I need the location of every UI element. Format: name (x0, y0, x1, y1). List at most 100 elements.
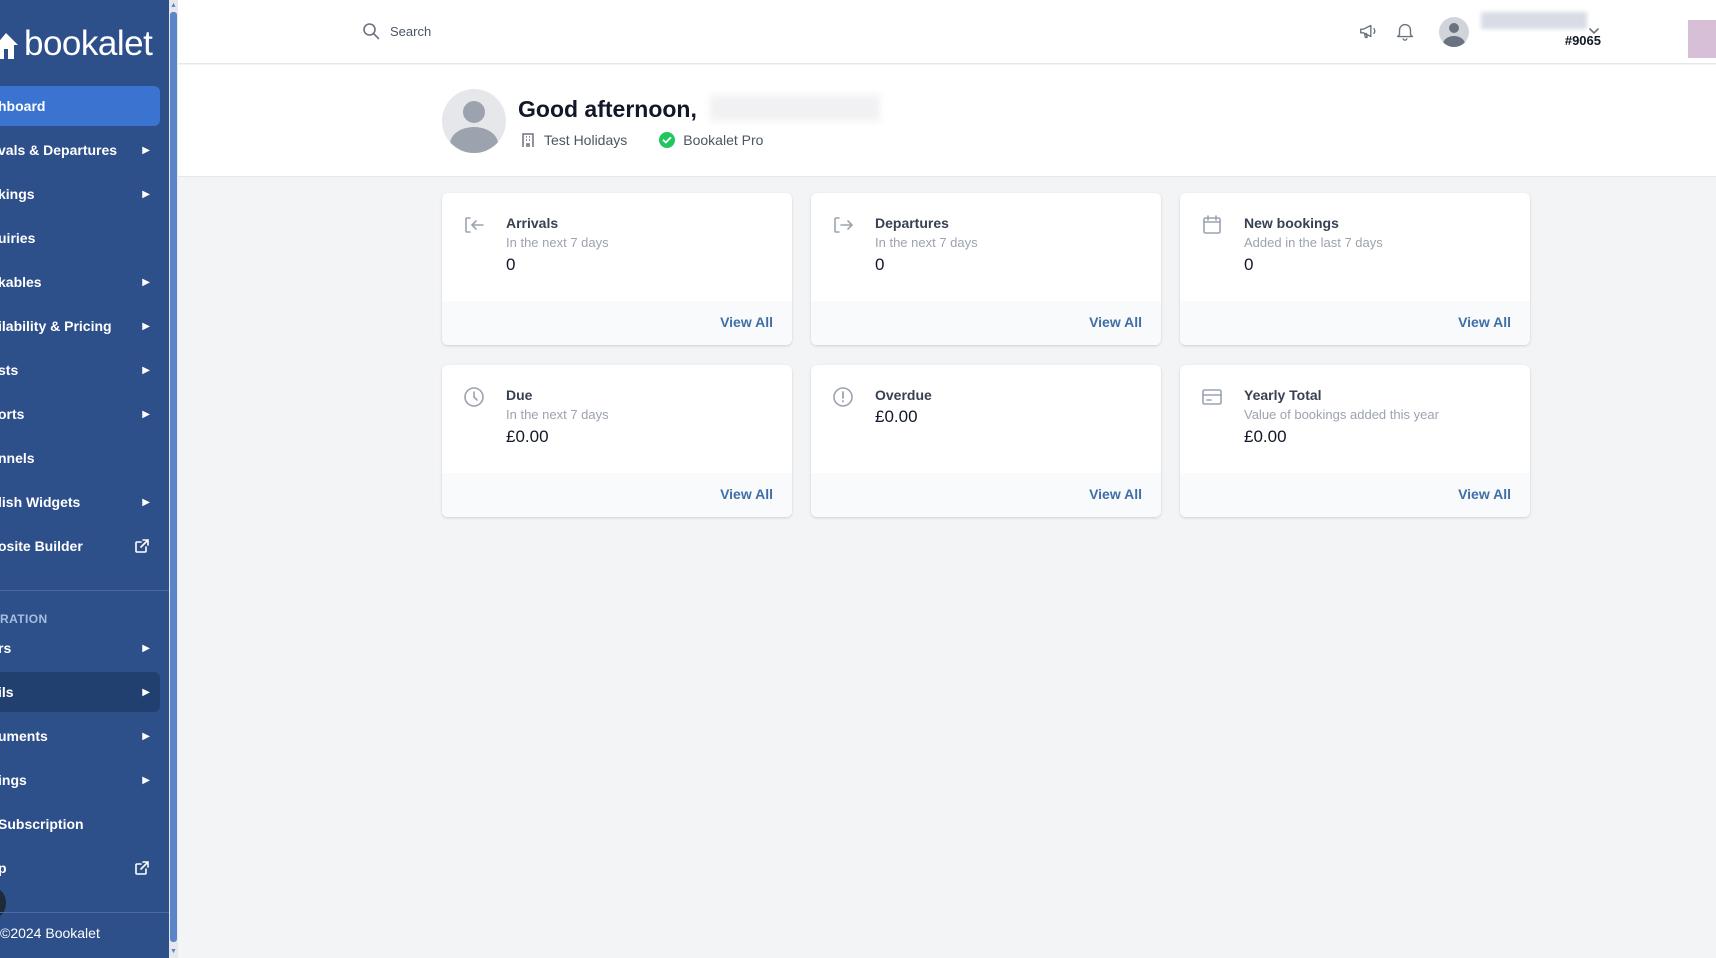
sidebar-item-reports[interactable]: orts ▶ (0, 394, 160, 434)
page-title: Good afternoon, (518, 96, 697, 122)
sidebar-item-guests[interactable]: sts ▶ (0, 350, 160, 390)
user-meta: #9065 (1481, 12, 1601, 49)
sidebar-item-subscription[interactable]: Subscription (0, 804, 160, 844)
scroll-up-icon[interactable]: ▲ (170, 2, 177, 10)
sidebar-item-enquiries[interactable]: uiries (0, 218, 160, 258)
bell-icon[interactable] (1394, 20, 1416, 42)
arrivals-icon (465, 217, 484, 233)
view-all-link[interactable]: View All (1458, 486, 1511, 502)
sidebar-item-emails[interactable]: ils ▶ (0, 672, 160, 712)
caret-right-icon: ▶ (142, 276, 150, 288)
sidebar-item-channels[interactable]: nnels (0, 438, 160, 478)
color-swatch (1688, 20, 1716, 58)
megaphone-icon[interactable] (1358, 20, 1380, 42)
card-value: £0.00 (506, 427, 549, 446)
sidebar-item-website-builder[interactable]: osite Builder (0, 526, 160, 566)
sidebar-item-label: nnels (0, 450, 35, 466)
card-title: Overdue (875, 387, 932, 403)
sidebar-item-publish-widgets[interactable]: lish Widgets ▶ (0, 482, 160, 522)
card-subtitle: In the next 7 days (875, 235, 978, 250)
card-subtitle: In the next 7 days (506, 235, 609, 250)
sidebar-nav-config: rs ▶ ils ▶ uments ▶ ings ▶ Subscription p (0, 628, 160, 892)
caret-right-icon: ▶ (142, 144, 150, 156)
card-new-bookings: New bookings Added in the last 7 days 0 … (1180, 193, 1530, 345)
card-value: 0 (1244, 255, 1254, 274)
card-footer: View All (442, 473, 792, 517)
sidebar-item-help[interactable]: p (0, 848, 160, 888)
sidebar-item-dashboard[interactable]: hboard (0, 86, 160, 126)
view-all-link[interactable]: View All (720, 486, 773, 502)
sidebar-item-label: hboard (0, 98, 46, 114)
card-footer: View All (1180, 301, 1530, 345)
sidebar-item-label: vals & Departures (0, 142, 118, 158)
alert-circle-icon (833, 387, 853, 407)
avatar (442, 89, 506, 153)
user-name-redacted (1481, 12, 1587, 29)
sidebar-item-users[interactable]: rs ▶ (0, 628, 160, 668)
sidebar-item-label: Subscription (0, 816, 84, 832)
property-name: Test Holidays (544, 132, 628, 148)
sidebar-item-documents[interactable]: uments ▶ (0, 716, 160, 756)
sidebar-item-availability-pricing[interactable]: ilability & Pricing ▶ (0, 306, 160, 346)
sidebar-scrollbar[interactable]: ▲ ▼ (169, 0, 178, 958)
caret-right-icon: ▶ (142, 774, 150, 786)
sidebar-item-bookings[interactable]: kings ▶ (0, 174, 160, 214)
chevron-down-icon[interactable] (1587, 24, 1601, 38)
sidebar-item-arrivals-departures[interactable]: vals & Departures ▶ (0, 130, 160, 170)
caret-right-icon: ▶ (142, 642, 150, 654)
scroll-down-icon[interactable]: ▼ (170, 948, 177, 956)
card-footer: View All (811, 473, 1161, 517)
view-all-link[interactable]: View All (720, 314, 773, 330)
sidebar-item-label: kings (0, 186, 35, 202)
sidebar-item-label: osite Builder (0, 538, 83, 554)
scrollbar-thumb[interactable] (170, 12, 177, 942)
brand-name: bookalet (24, 24, 153, 63)
card-overdue: Overdue £0.00 View All (811, 365, 1161, 517)
external-link-icon (135, 861, 149, 875)
card-subtitle: Value of bookings added this year (1244, 407, 1439, 422)
caret-right-icon: ▶ (142, 408, 150, 420)
card-footer: View All (1180, 473, 1530, 517)
departures-icon (834, 217, 854, 233)
card-title: Arrivals (506, 215, 559, 231)
caret-right-icon: ▶ (142, 730, 150, 742)
sidebar-divider (0, 590, 169, 591)
search-bar[interactable] (362, 22, 690, 40)
sidebar-item-label: kables (0, 274, 42, 290)
caret-right-icon: ▶ (142, 496, 150, 508)
card-arrivals: Arrivals In the next 7 days 0 View All (442, 193, 792, 345)
search-icon (363, 23, 380, 40)
external-link-icon (135, 539, 149, 553)
credit-card-icon (1202, 389, 1222, 405)
section-label-configuration: RATION (0, 612, 48, 626)
card-due: Due In the next 7 days £0.00 View All (442, 365, 792, 517)
brand-logo[interactable]: bookalet (0, 24, 153, 64)
user-menu[interactable]: #9065 (1439, 12, 1601, 49)
search-input[interactable] (390, 23, 690, 39)
card-title: Yearly Total (1244, 387, 1322, 403)
card-footer: View All (442, 301, 792, 345)
sidebar-item-label: ils (0, 684, 14, 700)
card-subtitle: In the next 7 days (506, 407, 609, 422)
card-value: 0 (506, 255, 516, 274)
sidebar-item-label: orts (0, 406, 25, 422)
top-icons (1358, 20, 1416, 42)
sidebar-item-label: p (0, 860, 7, 876)
sidebar-item-label: uments (0, 728, 48, 744)
card-subtitle: Added in the last 7 days (1244, 235, 1383, 250)
calendar-icon (1203, 215, 1221, 234)
card-title: New bookings (1244, 215, 1339, 231)
card-footer: View All (811, 301, 1161, 345)
caret-right-icon: ▶ (142, 188, 150, 200)
view-all-link[interactable]: View All (1089, 486, 1142, 502)
sidebar-item-bookables[interactable]: kables ▶ (0, 262, 160, 302)
view-all-link[interactable]: View All (1458, 314, 1511, 330)
avatar (1439, 17, 1469, 47)
building-icon (522, 133, 534, 147)
view-all-link[interactable]: View All (1089, 314, 1142, 330)
copyright-text: ©2024 Bookalet (0, 925, 100, 941)
card-departures: Departures In the next 7 days 0 View All (811, 193, 1161, 345)
sidebar-nav-main: hboard vals & Departures ▶ kings ▶ uiries … (0, 86, 160, 570)
top-bar: #9065 (178, 0, 1716, 64)
sidebar-item-settings[interactable]: ings ▶ (0, 760, 160, 800)
